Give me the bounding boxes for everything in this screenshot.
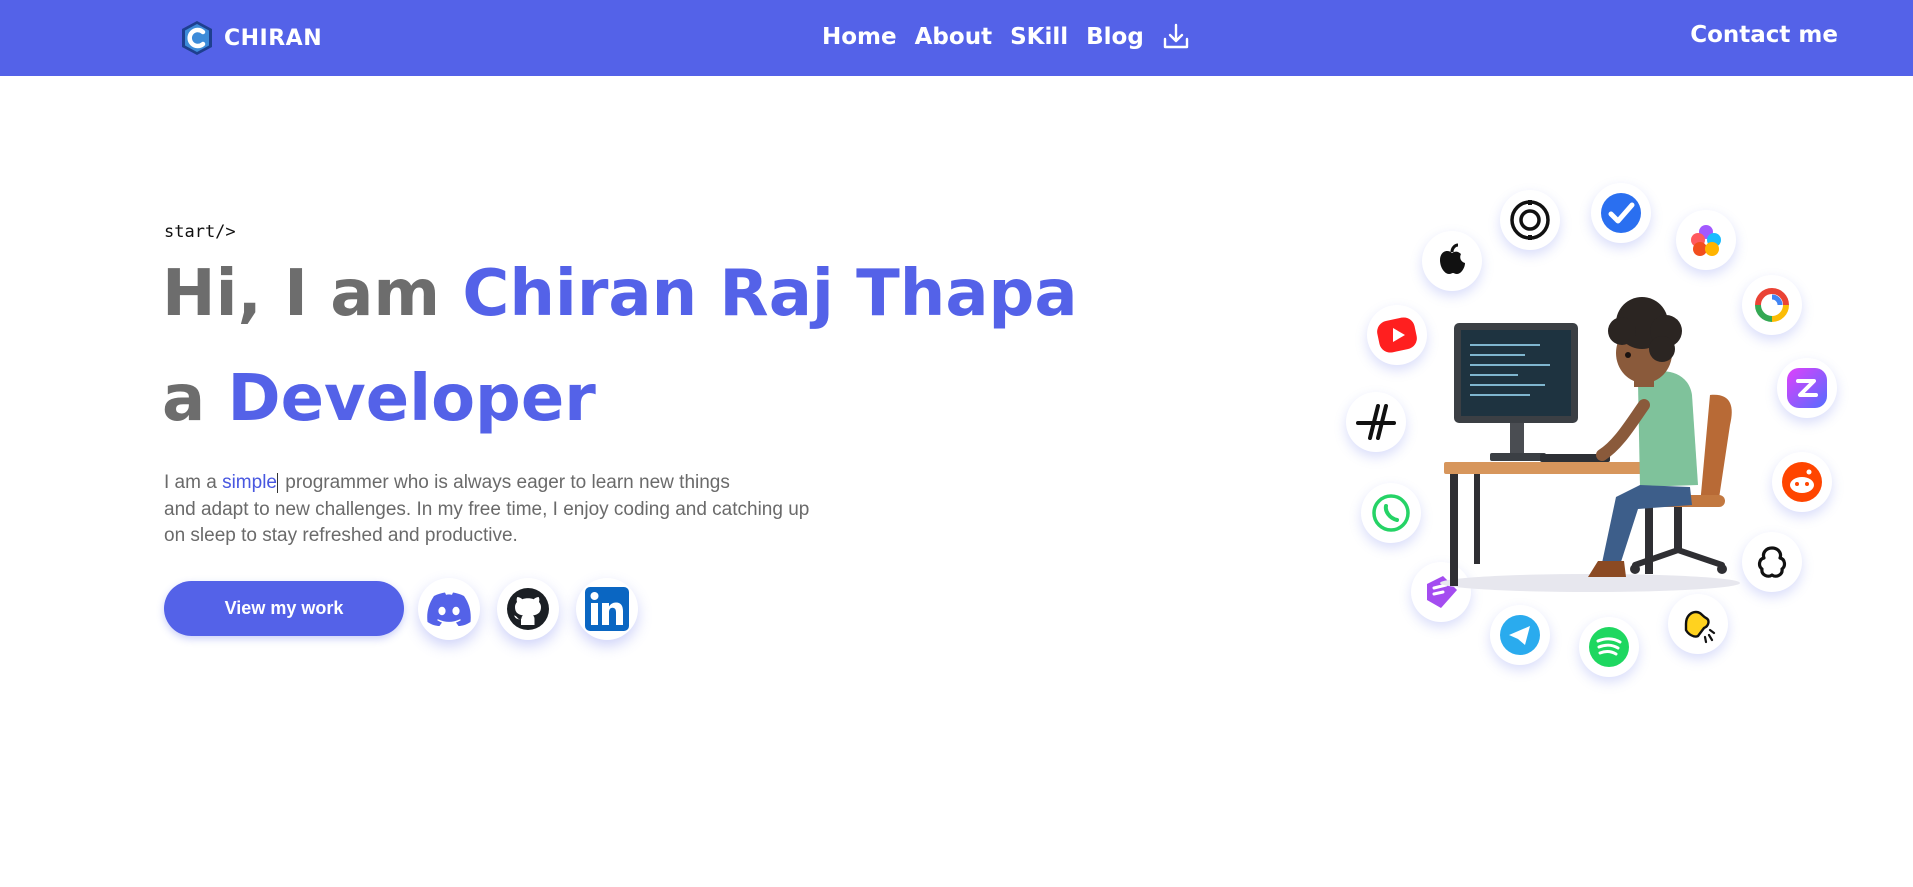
brand[interactable]: CHIRAN (180, 20, 322, 56)
brand-logo-icon (182, 21, 212, 55)
nav-about[interactable]: About (915, 24, 992, 50)
telegram-icon (1490, 605, 1550, 665)
plus-slash-icon (1346, 392, 1406, 452)
target-icon (1500, 190, 1560, 250)
check-app-icon (1591, 183, 1651, 243)
nav-home[interactable]: Home (822, 24, 897, 50)
desc-line3: on sleep to stay refreshed and productiv… (164, 525, 518, 546)
hero-role-prefix: a (162, 362, 228, 436)
download-icon[interactable] (1162, 22, 1190, 52)
typing-cursor (276, 472, 278, 493)
top-navbar: CHIRAN Home About SKill Blog Contact me (0, 0, 1913, 76)
view-my-work-button[interactable]: View my work (164, 581, 404, 636)
refresh-icon (1742, 275, 1802, 335)
github-icon (507, 588, 549, 630)
hero-role: Developer (227, 362, 596, 436)
hero-description: I am a simple programmer who is always e… (164, 470, 924, 550)
desc-line1-after: programmer who is always eager to learn … (279, 472, 730, 493)
developer-illustration (1440, 297, 1740, 592)
nav-blog[interactable]: Blog (1086, 24, 1144, 50)
reddit-icon (1772, 452, 1832, 512)
spotify-icon (1579, 617, 1639, 677)
desc-highlight: simple (222, 472, 277, 493)
desc-line2: and adapt to new challenges. In my free … (164, 498, 810, 520)
github-link[interactable] (497, 578, 559, 640)
whatsapp-icon (1361, 483, 1421, 543)
nav-skill[interactable]: SKill (1010, 24, 1068, 50)
discord-link[interactable] (418, 578, 480, 640)
linkedin-icon (585, 587, 629, 631)
discord-icon (427, 592, 471, 626)
desc-before: I am a (164, 472, 223, 493)
brand-name: CHIRAN (224, 25, 323, 51)
contact-link[interactable]: Contact me (1690, 22, 1838, 48)
nav-links: Home About SKill Blog (822, 22, 1190, 52)
hero-greeting: Hi, I am (162, 257, 463, 331)
hero-tag: start/> (164, 222, 236, 242)
yellow-hand-icon (1668, 594, 1728, 654)
hero-heading-line2: a Developer (162, 367, 596, 431)
flowers-icon (1676, 210, 1736, 270)
youtube-icon (1367, 305, 1427, 365)
hero-heading-line1: Hi, I am Chiran Raj Thapa (162, 262, 1078, 326)
chatgpt-icon (1742, 532, 1802, 592)
hero-name: Chiran Raj Thapa (462, 257, 1078, 331)
linkedin-link[interactable] (576, 578, 638, 640)
zeta-app-icon (1777, 358, 1837, 418)
